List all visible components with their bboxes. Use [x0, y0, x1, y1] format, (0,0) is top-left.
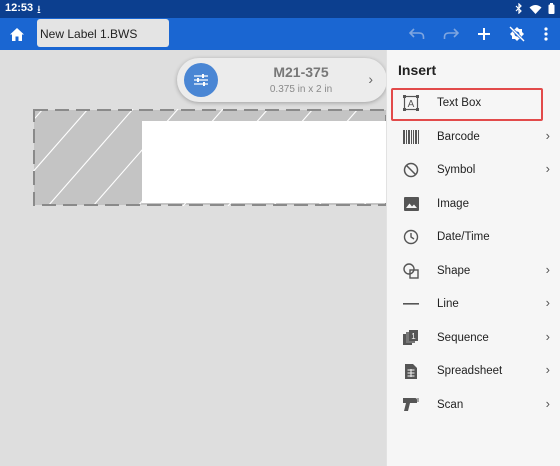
chevron-right-icon: ›: [545, 161, 550, 176]
home-icon[interactable]: [6, 23, 28, 45]
chevron-right-icon: ›: [545, 261, 550, 277]
sequence-icon: 1: [403, 329, 419, 346]
image-icon: [403, 196, 419, 212]
menu-item-scan[interactable]: Scan ›: [387, 388, 560, 422]
battery-icon: [548, 3, 555, 14]
text-box-icon: A: [403, 95, 419, 111]
menu-item-label: Shape: [437, 264, 471, 277]
status-time: 12:53: [5, 2, 34, 14]
menu-item-label: Sequence: [437, 331, 489, 344]
menu-item-label: Text Box: [437, 97, 482, 109]
clock-icon: [403, 229, 419, 245]
symbol-icon: [403, 162, 419, 178]
menu-item-text-box[interactable]: A Text Box: [387, 86, 560, 121]
file-name-field[interactable]: New Label 1.BWS: [37, 19, 169, 47]
label-part-name: M21-375: [273, 64, 329, 80]
line-icon: [403, 296, 419, 312]
menu-item-shape[interactable]: Shape ›: [387, 254, 560, 288]
menu-item-label: Scan: [437, 398, 464, 411]
status-bar: 12:53 ⭳: [0, 0, 560, 18]
redo-icon[interactable]: [440, 23, 462, 45]
menu-item-line[interactable]: Line ›: [387, 287, 560, 321]
menu-item-label: Date/Time: [437, 231, 490, 243]
menu-item-label: Line: [437, 298, 459, 310]
printable-area[interactable]: [142, 121, 387, 203]
svg-text:A: A: [408, 99, 415, 110]
chevron-right-icon: ›: [545, 395, 550, 411]
insert-panel: Insert A Text Box Barcode › Symbol › Ima…: [386, 50, 560, 466]
chevron-right-icon: ›: [545, 328, 550, 344]
wifi-icon: [529, 4, 542, 14]
menu-item-symbol[interactable]: Symbol ›: [387, 153, 560, 187]
scanner-icon: [403, 397, 419, 413]
status-icons: [515, 3, 555, 14]
chevron-right-icon: ›: [545, 127, 550, 143]
barcode-icon: [403, 129, 419, 145]
shape-icon: [403, 262, 419, 279]
svg-text:1: 1: [411, 332, 416, 341]
more-vertical-icon[interactable]: [535, 23, 557, 45]
menu-item-sequence[interactable]: 1 Sequence ›: [387, 321, 560, 355]
label-preview[interactable]: [33, 109, 387, 206]
label-canvas[interactable]: M21-375 0.375 in x 2 in ›: [0, 50, 387, 466]
menu-item-date-time[interactable]: Date/Time: [387, 220, 560, 254]
bluetooth-icon: [515, 3, 522, 14]
menu-item-label: Image: [437, 197, 469, 210]
menu-item-barcode[interactable]: Barcode ›: [387, 120, 560, 154]
chevron-right-icon: ›: [368, 71, 373, 87]
menu-item-label: Barcode: [437, 130, 480, 143]
label-selector[interactable]: M21-375 0.375 in x 2 in ›: [177, 58, 387, 102]
spreadsheet-icon: [403, 363, 419, 379]
menu-item-spreadsheet[interactable]: Spreadsheet ›: [387, 354, 560, 388]
menu-item-label: Symbol: [437, 164, 476, 176]
label-dimensions: 0.375 in x 2 in: [269, 84, 333, 95]
chevron-right-icon: ›: [545, 295, 550, 310]
insert-menu: A Text Box Barcode › Symbol › Image Date…: [387, 86, 560, 421]
settings-sliders-icon[interactable]: [184, 63, 218, 97]
printer-off-icon[interactable]: [506, 23, 528, 45]
undo-icon[interactable]: [406, 23, 428, 45]
chevron-right-icon: ›: [545, 362, 550, 377]
plus-icon[interactable]: [473, 23, 495, 45]
app-bar: New Label 1.BWS: [0, 18, 560, 50]
panel-title: Insert: [398, 62, 437, 78]
menu-item-label: Spreadsheet: [437, 365, 503, 377]
menu-item-image[interactable]: Image: [387, 187, 560, 221]
